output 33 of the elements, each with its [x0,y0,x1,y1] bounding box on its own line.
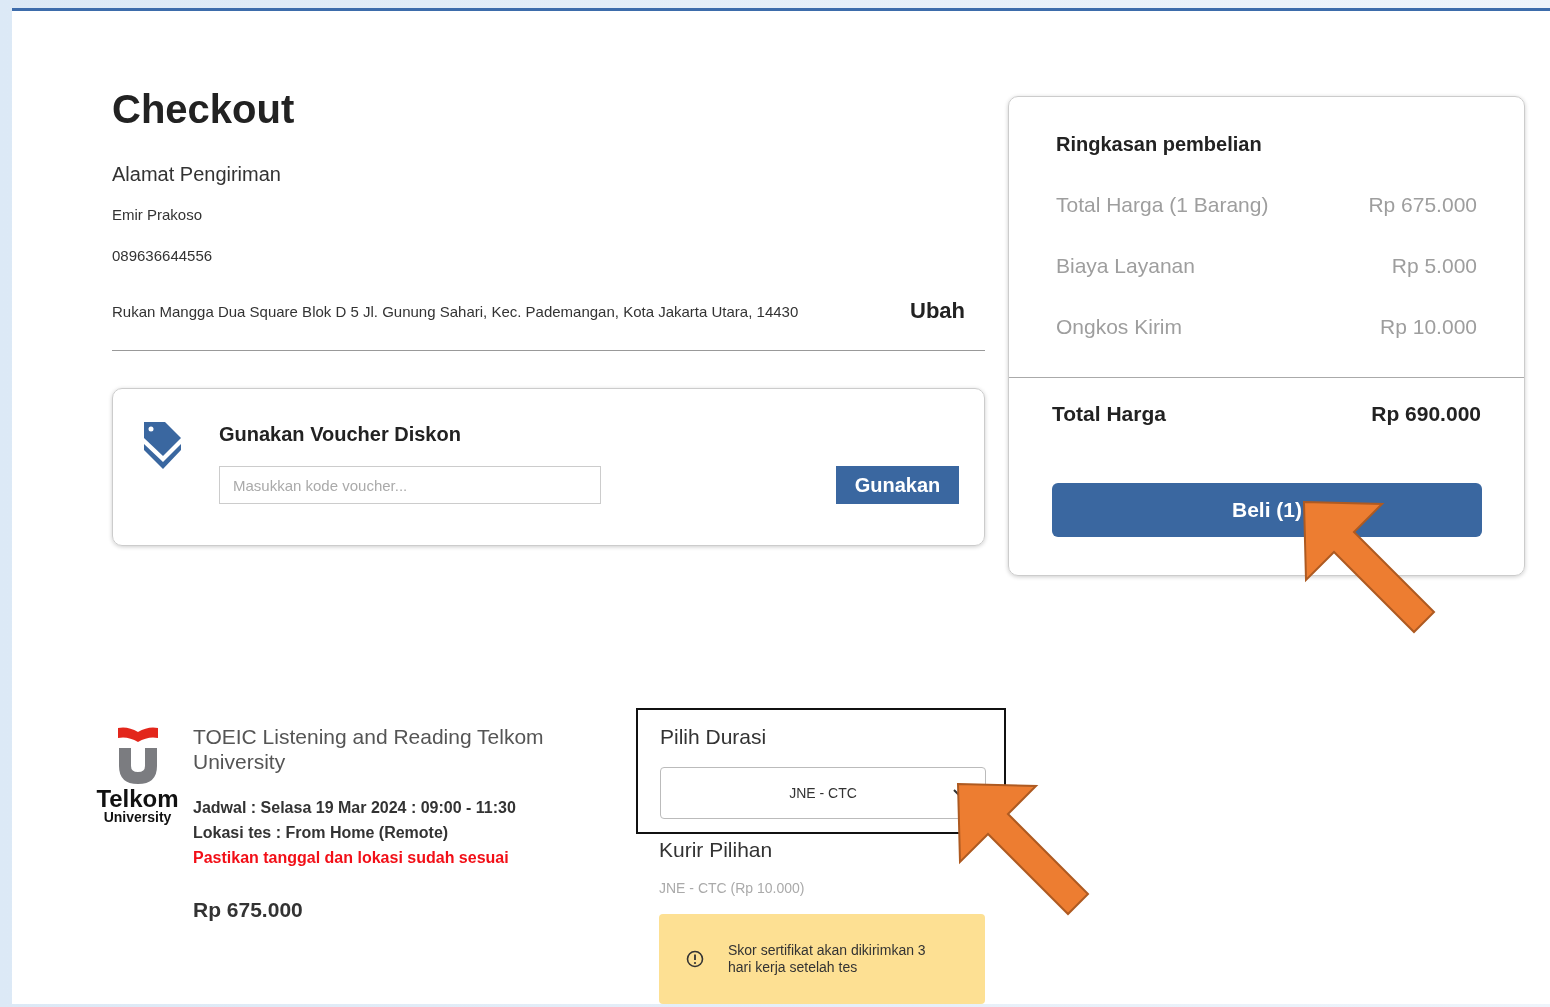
courier-value: JNE - CTC (Rp 10.000) [659,880,806,896]
tag-icon [143,421,183,471]
phone-number: 089636644556 [112,247,214,264]
voucher-title: Gunakan Voucher Diskon [219,423,462,446]
info-icon [686,950,704,968]
total-label: Total Harga [1052,402,1166,426]
summary-label: Biaya Layanan [1056,254,1195,278]
page-title: Checkout [112,86,296,133]
apply-button[interactable]: Gunakan [836,466,959,504]
address-text: Rukan Mangga Dua Square Blok D 5 Jl. Gunung Sahari, Kec. Pademangan, Kota Jakarta Utara, 14430 [112,302,799,320]
notice-text: Skor sertifikat akan dikirimkan 3 hari kerja setelah tes [728,942,927,976]
summary-label: Ongkos Kirim [1056,315,1183,339]
edit-link[interactable]: Ubah [910,298,965,324]
total-value: Rp 690.000 [1371,402,1481,426]
summary-title: Ringkasan pembelian [1055,133,1263,156]
voucher-input[interactable]: Masukkan kode voucher... [219,466,601,504]
location-text: Lokasi tes : From Home (Remote) [193,823,450,843]
recipient-name: Emir Prakoso [112,206,204,223]
product-price: Rp 675.000 [193,898,304,922]
courier-label: Kurir Pilihan [659,838,774,862]
product-title: TOEIC Listening and Reading Telkom University [193,724,545,774]
duration-label: Pilih Durasi [660,725,768,749]
logo-text: Telkom [96,788,179,810]
section-heading: Alamat Pengiriman [112,163,282,186]
summary-value: Rp 5.000 [1391,254,1477,278]
schedule-text: Jadwal : Selasa 19 Mar 2024 : 09:00 - 11:30 [193,798,517,818]
summary-value: Rp 675.000 [1368,193,1477,217]
logo-subtitle: University [103,810,172,824]
logo-icon [115,726,160,786]
buy-button[interactable]: Beli (1) [1052,483,1482,537]
summary-value: Rp 10.000 [1380,315,1477,339]
summary-label: Total Harga (1 Barang) [1056,193,1269,217]
warning-text: Pastikan tanggal dan lokasi sudah sesuai [193,848,510,868]
